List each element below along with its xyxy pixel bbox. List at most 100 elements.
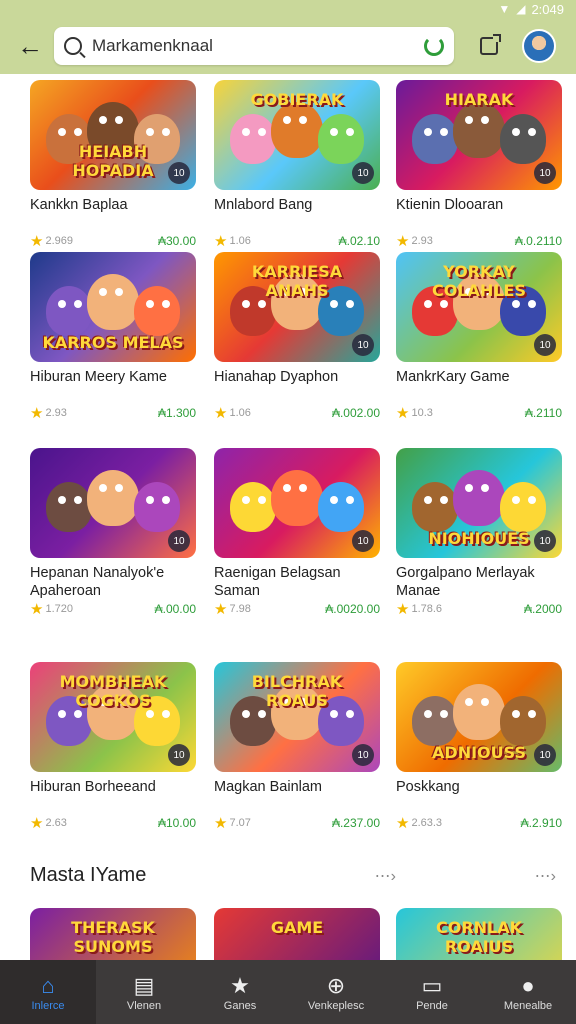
game-meta: ★ 7.07 ₳.237.00 [214, 814, 380, 832]
game-meta: ★ 10.3 ₳.2110 [396, 404, 562, 422]
status-bar: ▼ ◢ 2:049 [0, 0, 576, 18]
game-card[interactable]: KARRIESA ANAHS 10 Hianahap Dyaphon ★ 1.06 ₳.0… [214, 252, 380, 422]
game-meta: ★ 1.06 ₳.02.10 [214, 232, 380, 250]
game-card[interactable]: HEIABH HOPADIA 10 Kankkn Baplaa ★ 2.969 ₳30.0… [30, 80, 196, 250]
game-thumbnail[interactable]: ADNIOUSS 10 [396, 662, 562, 772]
rating: 2.63 [45, 817, 67, 829]
character-art [500, 482, 546, 532]
game-thumbnail[interactable]: KARROS MELAS [30, 252, 196, 362]
age-badge: 10 [352, 162, 374, 184]
game-card[interactable]: CORNLAK ROAIUS [396, 908, 562, 960]
open-external-button[interactable] [472, 29, 506, 63]
game-title: Gorgalpano Merlayak Manae [396, 565, 535, 599]
star-icon: ★ [214, 601, 228, 618]
age-badge: 10 [352, 744, 374, 766]
star-icon: ★ [396, 815, 410, 832]
nav-item-tv[interactable]: ▭ Pende [384, 960, 480, 1024]
rating: 1.06 [229, 235, 251, 247]
section-header: Masta IYame ⋯› ⋯› [30, 864, 556, 887]
game-thumbnail[interactable]: GOBIERAK 10 [214, 80, 380, 190]
game-title: Hiburan Borheeand [30, 779, 156, 795]
star-icon: ★ [30, 815, 44, 832]
game-card[interactable]: 10 Hepanan Nanalyok'e Apaheroan ★ 1.720 ₳.00… [30, 448, 196, 618]
thumbnail-title: ADNIOUSS [432, 743, 526, 762]
game-list: HEIABH HOPADIA 10 Kankkn Baplaa ★ 2.969 ₳30.0… [0, 74, 576, 960]
game-card[interactable]: BILCHRAK ROAUS 10 Magkan Bainlam ★ 7.07 ₳.237… [214, 662, 380, 832]
refresh-icon[interactable] [424, 36, 444, 56]
character-art [87, 274, 139, 330]
game-card[interactable]: GAME [214, 908, 380, 960]
age-badge: 10 [352, 334, 374, 356]
game-card[interactable]: MOMBHEAK COGKOS 10 Hiburan Borheeand ★ 2.63 ₳… [30, 662, 196, 832]
price: ₳.2000 [523, 602, 562, 616]
profile-icon: ● [521, 973, 535, 998]
nav-item-profile[interactable]: ● Menealbe [480, 960, 576, 1024]
game-thumbnail[interactable]: MOMBHEAK COGKOS 10 [30, 662, 196, 772]
price: ₳.02.10 [338, 234, 380, 248]
nav-label: Inlerce [31, 1000, 65, 1012]
game-thumbnail[interactable]: YORKAY COLAHLES 10 [396, 252, 562, 362]
nav-item-home[interactable]: ⌂ Inlerce [0, 960, 96, 1024]
character-art [230, 114, 276, 164]
game-title: Hiburan Meery Kame [30, 369, 167, 385]
star-icon: ★ [396, 233, 410, 250]
arrow-right-icon[interactable]: ⋯› [375, 866, 396, 886]
thumbnail-title: KARRIESA ANAHS [251, 262, 343, 300]
arrow-right-icon[interactable]: ⋯› [535, 866, 556, 886]
character-art [134, 286, 180, 336]
price: ₳.2.910 [520, 816, 562, 830]
nav-item-search[interactable]: ⊕ Venkeplesc [288, 960, 384, 1024]
search-input[interactable]: Markamenknaal [92, 36, 424, 56]
game-card[interactable]: GOBIERAK 10 Mnlabord Bang ★ 1.06 ₳.02.10 [214, 80, 380, 250]
game-card[interactable]: NIOHIOUES 10 Gorgalpano Merlayak Manae ★ 1.7… [396, 448, 562, 618]
game-meta: ★ 2.969 ₳30.00 [30, 232, 196, 250]
age-badge: 10 [534, 334, 556, 356]
nav-item-list[interactable]: ▤ Vlenen [96, 960, 192, 1024]
star-icon: ★ [30, 601, 44, 618]
nav-item-star[interactable]: ★ Ganes [192, 960, 288, 1024]
rating: 10.3 [411, 407, 433, 419]
nav-label: Menealbe [503, 1000, 553, 1012]
game-meta: ★ 2.63.3 ₳.2.910 [396, 814, 562, 832]
rating: 2.969 [45, 235, 73, 247]
thumbnail-title: YORKAY COLAHLES [432, 262, 526, 300]
character-art [87, 470, 139, 526]
search-field[interactable]: Markamenknaal [54, 27, 454, 65]
game-title: Kankkn Baplaa [30, 197, 128, 213]
game-thumbnail[interactable]: HIARAK 10 [396, 80, 562, 190]
thumbnail-title: NIOHIOUES [428, 529, 530, 548]
character-art [500, 114, 546, 164]
nav-label: Venkeplesc [307, 1000, 365, 1012]
game-card[interactable]: 10 Raenigan Belagsan Saman ★ 7.98 ₳.0020.00 [214, 448, 380, 618]
game-card[interactable]: ADNIOUSS 10 Poskkang ★ 2.63.3 ₳.2.910 [396, 662, 562, 832]
game-meta: ★ 1.720 ₳.00.00 [30, 600, 196, 618]
game-thumbnail[interactable]: KARRIESA ANAHS 10 [214, 252, 380, 362]
game-card[interactable]: HIARAK 10 Ktienin Dlooaran ★ 2.93 ₳.0.2110 [396, 80, 562, 250]
game-card[interactable]: YORKAY COLAHLES 10 MankrKary Game ★ 10.3 ₳.21… [396, 252, 562, 422]
age-badge: 10 [168, 530, 190, 552]
avatar[interactable] [522, 29, 556, 63]
game-thumbnail[interactable]: BILCHRAK ROAUS 10 [214, 662, 380, 772]
game-thumbnail[interactable]: CORNLAK ROAIUS [396, 908, 562, 960]
rating: 1.720 [45, 603, 73, 615]
game-thumbnail[interactable]: NIOHIOUES 10 [396, 448, 562, 558]
game-thumbnail[interactable]: THERASK SUNOMS [30, 908, 196, 960]
price: ₳.237.00 [331, 816, 380, 830]
section-title: Masta IYame [30, 864, 147, 886]
arrow-left-icon[interactable]: ← [12, 28, 48, 64]
game-title: Magkan Bainlam [214, 779, 322, 795]
game-thumbnail[interactable]: 10 [30, 448, 196, 558]
game-thumbnail[interactable]: HEIABH HOPADIA 10 [30, 80, 196, 190]
thumbnail-title: THERASK SUNOMS [71, 918, 155, 956]
game-thumbnail[interactable]: 10 [214, 448, 380, 558]
game-card[interactable]: THERASK SUNOMS [30, 908, 196, 960]
game-meta: ★ 2.63 ₳10.00 [30, 814, 196, 832]
star-icon: ★ [30, 233, 44, 250]
game-title: Raenigan Belagsan Saman [214, 565, 341, 599]
game-thumbnail[interactable]: GAME [214, 908, 380, 960]
open-external-icon [480, 34, 501, 55]
game-card[interactable]: KARROS MELAS Hiburan Meery Kame ★ 2.93 ₳1.30… [30, 252, 196, 422]
game-title: Hepanan Nanalyok'e Apaheroan [30, 565, 165, 599]
rating: 2.93 [45, 407, 67, 419]
star-icon: ★ [30, 405, 44, 422]
